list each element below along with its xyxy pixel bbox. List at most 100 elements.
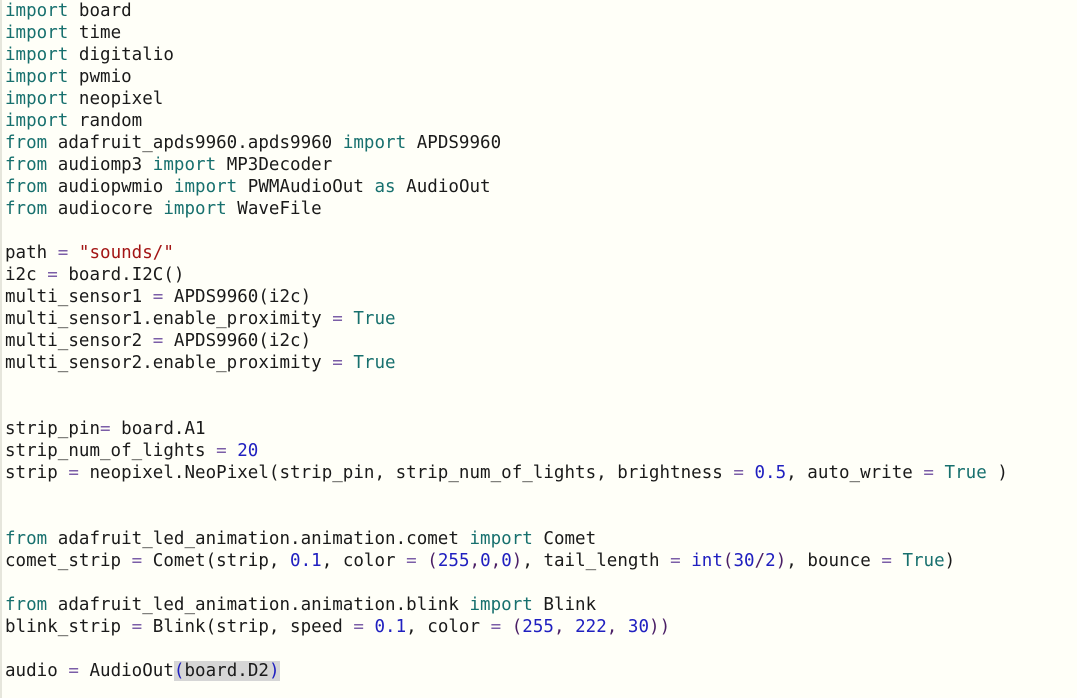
string-literal: "sounds/" [78,243,174,263]
punctuation: ( [427,551,438,571]
code-token: ) [986,463,1008,483]
boolean-literal: True [944,463,987,483]
code-token: audiomp3 [47,155,153,175]
code-token: Blink(strip, speed [142,617,354,637]
code-line: from adafruit_led_animation.animation.bl… [5,594,1077,616]
operator-assign: = [490,617,502,637]
keyword-import: import [5,89,69,109]
number-literal: 0.5 [754,463,787,483]
code-token: time [68,23,122,43]
code-text-area[interactable]: import board import time import digitali… [5,0,1077,698]
operator-assign: = [68,463,79,483]
punctuation: ) [775,551,787,571]
number-literal: 255 [522,617,554,637]
code-line: path = "sounds/" [5,242,1077,264]
code-token: WaveFile [226,199,322,219]
operator-assign: = [47,265,58,285]
code-token: , color [321,551,407,571]
code-token: random [68,111,143,131]
code-token: strip [5,463,69,483]
code-line: multi_sensor2.enable_proximity = True [5,352,1077,374]
boolean-literal: True [902,551,945,571]
punctuation: , [490,551,502,571]
operator-assign: = [332,353,343,373]
number-literal: 0.1 [290,551,322,571]
builtin-int: int [691,551,723,571]
operator-assign: = [131,617,143,637]
bracket-open: ( [173,661,185,681]
code-token: AudioOut [78,661,174,681]
code-token: board.A1 [110,419,206,439]
code-line: from audiomp3 import MP3Decoder [5,154,1077,176]
code-token: board.I2C() [57,265,185,285]
keyword-as: as [374,177,396,197]
operator-assign: = [152,331,164,351]
keyword-from: from [5,199,48,219]
code-token: , color [406,617,491,637]
code-token: adafruit_apds9960.apds9960 [47,133,343,153]
code-token: , auto_write [786,463,924,483]
code-line: import pwmio [5,66,1077,88]
operator-assign: = [923,463,934,483]
keyword-import: import [469,529,533,549]
keyword-import: import [5,67,69,87]
code-line: from audiopwmio import PWMAudioOut as Au… [5,176,1077,198]
keyword-import: import [5,1,69,21]
bracket-close: ) [268,661,280,681]
number-literal: 0.1 [374,617,407,637]
number-literal: 255 [437,551,470,571]
code-token: comet_strip [5,551,132,571]
code-token: audio [5,661,69,681]
operator-assign: = [406,551,417,571]
operator-assign: = [353,617,364,637]
keyword-from: from [5,595,48,615]
number-literal: 0 [480,551,491,571]
keyword-from: from [5,177,48,197]
code-token: adafruit_led_animation.animation.comet [47,529,470,549]
code-token: strip_num_of_lights [5,441,217,461]
code-line: from adafruit_apds9960.apds9960 import A… [5,132,1077,154]
code-token: pwmio [68,67,132,87]
boolean-literal: True [353,309,396,329]
code-token: Blink [532,595,597,615]
code-token: MP3Decoder [216,155,333,175]
code-token: Comet(strip, [142,551,291,571]
code-line: strip = neopixel.NeoPixel(strip_pin, str… [5,462,1077,484]
code-token: APDS9960 [406,133,502,153]
code-editor[interactable]: import board import time import digitali… [0,0,1077,698]
number-literal: 20 [237,441,259,461]
keyword-import: import [173,177,238,197]
code-line: multi_sensor1.enable_proximity = True [5,308,1077,330]
operator-assign: = [332,309,343,329]
code-token: , tail_length [522,551,671,571]
code-line: comet_strip = Comet(strip, 0.1, color = … [5,550,1077,572]
code-line: strip_num_of_lights = 20 [5,440,1077,462]
code-token: board [68,1,132,21]
punctuation: )) [649,617,671,637]
code-line: import neopixel [5,88,1077,110]
code-line: import time [5,22,1077,44]
keyword-from: from [5,155,48,175]
code-line: blink_strip = Blink(strip, speed = 0.1, … [5,616,1077,638]
code-token: path [5,243,58,263]
punctuation: , [553,617,565,637]
code-token: multi_sensor1.enable_proximity [5,309,333,329]
keyword-from: from [5,529,48,549]
code-token: blink_strip [5,617,132,637]
code-token: PWMAudioOut [237,177,375,197]
code-line: from audiocore import WaveFile [5,198,1077,220]
code-token: multi_sensor1 [5,287,153,307]
operator-assign: = [152,287,164,307]
